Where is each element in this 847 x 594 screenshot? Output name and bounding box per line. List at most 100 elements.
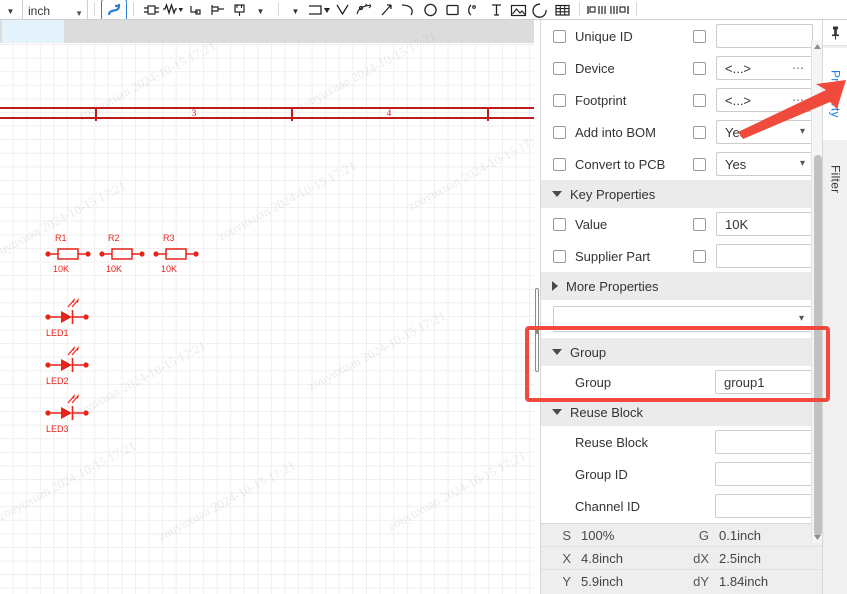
- shape-menu-button[interactable]: ▼: [285, 0, 307, 19]
- lock-checkbox-unique-id[interactable]: [693, 29, 706, 43]
- place-netflag-button[interactable]: [206, 0, 228, 19]
- pin-panel-button[interactable]: [823, 20, 847, 46]
- property-row-reuse-block[interactable]: Reuse Block ▾: [541, 426, 822, 458]
- label-value: Value: [575, 216, 608, 232]
- rounded-rect-tool-button[interactable]: [441, 0, 463, 19]
- wire-tool-button[interactable]: [101, 0, 127, 19]
- component-value-R1[interactable]: 10K: [53, 264, 69, 274]
- property-row-value[interactable]: Value 10K: [541, 208, 822, 240]
- schematic-canvas[interactable]: zouyuxuan 2024-10-15 17:21 zouyuxuan 202…: [0, 20, 540, 594]
- checkbox-value[interactable]: [553, 217, 566, 231]
- component-ref-R3[interactable]: R3: [163, 233, 175, 243]
- more-parts-button[interactable]: ▼: [250, 0, 272, 19]
- lock-checkbox-supplier-part[interactable]: [693, 249, 706, 263]
- checkbox-footprint[interactable]: [553, 93, 566, 107]
- component-ref-LED3[interactable]: LED3: [46, 424, 69, 434]
- component-ref-LED2[interactable]: LED2: [46, 376, 69, 386]
- scroll-down-arrow-icon[interactable]: [812, 531, 822, 543]
- component-ref-LED1[interactable]: LED1: [46, 328, 69, 338]
- property-row-add-into-bom[interactable]: Add into BOM Yes ▾: [541, 116, 822, 148]
- select-group[interactable]: group1 ▾: [715, 370, 822, 394]
- frame-tick: [487, 109, 489, 121]
- rail-tab-property[interactable]: Property: [823, 48, 847, 140]
- property-row-group-id[interactable]: Group ID: [541, 458, 822, 490]
- section-header-more-properties[interactable]: More Properties: [541, 272, 822, 300]
- status-value-x: 4.8inch: [581, 550, 623, 566]
- ellipse-tool-button[interactable]: [463, 0, 485, 19]
- place-rect-button[interactable]: [307, 0, 331, 19]
- place-netport-button[interactable]: [184, 0, 206, 19]
- arc-tool-button[interactable]: [397, 0, 419, 19]
- property-row-footprint[interactable]: Footprint <...> ⋯: [541, 84, 822, 116]
- align-left-tool-button[interactable]: [586, 0, 608, 19]
- input-device[interactable]: <...> ⋯: [716, 56, 813, 80]
- label-device: Device: [575, 60, 615, 76]
- circle-tool-button[interactable]: [419, 0, 441, 19]
- image-tool-button[interactable]: [507, 0, 529, 19]
- checkbox-supplier-part[interactable]: [553, 249, 566, 263]
- select-reuse-block[interactable]: ▾: [715, 430, 822, 454]
- align-right-tool-button[interactable]: [608, 0, 630, 19]
- section-header-reuse-block[interactable]: Reuse Block: [541, 398, 822, 426]
- property-row-supplier-part[interactable]: Supplier Part: [541, 240, 822, 272]
- component-LED3[interactable]: [44, 391, 90, 424]
- checkbox-device[interactable]: [553, 61, 566, 75]
- lock-checkbox-add-into-bom[interactable]: [693, 125, 706, 139]
- property-row-device[interactable]: Device <...> ⋯: [541, 52, 822, 84]
- input-footprint[interactable]: <...> ⋯: [716, 88, 813, 112]
- input-unique-id[interactable]: [716, 24, 813, 48]
- place-resistor-button[interactable]: [162, 0, 184, 19]
- rail-tab-filter[interactable]: Filter: [823, 148, 847, 210]
- property-row-convert-to-pcb[interactable]: Convert to PCB Yes ▾: [541, 148, 822, 180]
- table-tool-button[interactable]: [551, 0, 573, 19]
- ellipsis-icon[interactable]: ⋯: [792, 61, 805, 75]
- unit-select[interactable]: inch ▼: [22, 0, 88, 19]
- lock-checkbox-convert-to-pcb[interactable]: [693, 157, 706, 171]
- scroll-up-arrow-icon[interactable]: [812, 40, 822, 52]
- property-panel-scrollbar[interactable]: [811, 40, 822, 543]
- image-icon: [510, 4, 526, 17]
- pie-tool-button[interactable]: [529, 0, 551, 19]
- line-tool-button[interactable]: [375, 0, 397, 19]
- section-header-key-properties[interactable]: Key Properties: [541, 180, 822, 208]
- caret-down-icon: ▼: [6, 7, 15, 16]
- input-group-id[interactable]: [715, 462, 822, 486]
- polyline-tool-button[interactable]: [331, 0, 353, 19]
- text-tool-button[interactable]: [485, 0, 507, 19]
- property-row-unique-id[interactable]: Unique ID: [541, 20, 822, 52]
- canvas-active-tab[interactable]: [2, 20, 64, 43]
- property-panel-scroll-area[interactable]: Unique ID Device <...> ⋯ Footprint <...>…: [541, 20, 822, 523]
- toolbar-left-caret[interactable]: ▼: [0, 0, 22, 19]
- status-key-dx: dX: [693, 550, 709, 566]
- component-value-R3[interactable]: 10K: [161, 264, 177, 274]
- component-LED1[interactable]: [44, 295, 90, 328]
- checkbox-add-into-bom[interactable]: [553, 125, 566, 139]
- lock-checkbox-device[interactable]: [693, 61, 706, 75]
- scrollbar-thumb[interactable]: [814, 155, 822, 536]
- place-bus-button[interactable]: [228, 0, 250, 19]
- lock-checkbox-footprint[interactable]: [693, 93, 706, 107]
- property-row-group[interactable]: Group group1 ▾: [541, 366, 822, 398]
- bezier-tool-button[interactable]: [353, 0, 375, 19]
- checkbox-unique-id[interactable]: [553, 29, 566, 43]
- caret-down-icon: ▼: [291, 7, 300, 16]
- component-ref-R2[interactable]: R2: [108, 233, 120, 243]
- input-supplier-part[interactable]: [716, 244, 813, 268]
- select-add-into-bom[interactable]: Yes ▾: [716, 120, 813, 144]
- section-header-group[interactable]: Group: [541, 338, 822, 366]
- property-row-channel-id[interactable]: Channel ID: [541, 490, 822, 522]
- canvas-grid[interactable]: zouyuxuan 2024-10-15 17:21 zouyuxuan 202…: [0, 28, 540, 594]
- more-properties-select[interactable]: ▾: [553, 306, 813, 332]
- top-toolbar: ▼ inch ▼ ▼ ▼: [0, 0, 847, 20]
- component-LED2[interactable]: [44, 343, 90, 376]
- lock-checkbox-value[interactable]: [693, 217, 706, 231]
- ellipsis-icon[interactable]: ⋯: [792, 93, 805, 107]
- checkbox-convert-to-pcb[interactable]: [553, 157, 566, 171]
- input-channel-id[interactable]: [715, 494, 822, 518]
- place-part-button[interactable]: [140, 0, 162, 19]
- input-value[interactable]: 10K: [716, 212, 813, 236]
- component-ref-R1[interactable]: R1: [55, 233, 67, 243]
- toolbar-group-units: ▼ inch ▼: [0, 0, 88, 19]
- component-value-R2[interactable]: 10K: [106, 264, 122, 274]
- select-convert-to-pcb[interactable]: Yes ▾: [716, 152, 813, 176]
